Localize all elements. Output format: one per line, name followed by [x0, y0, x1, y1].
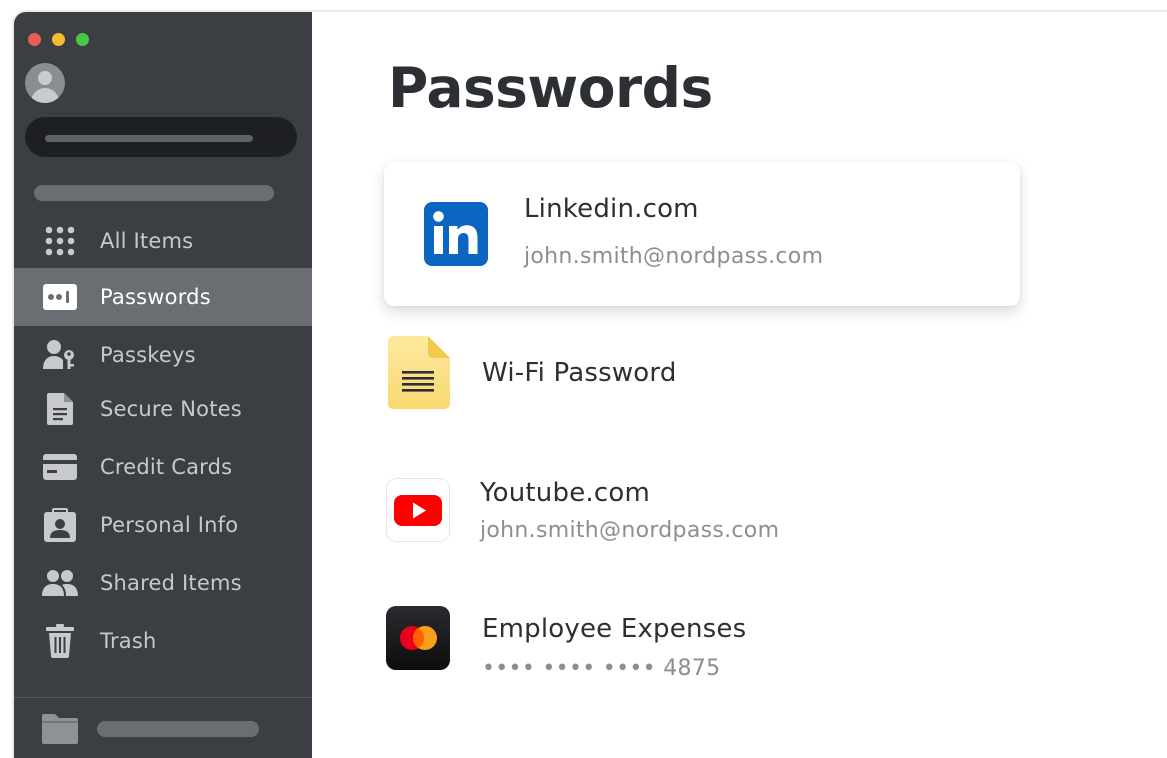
minimize-window-button[interactable]	[52, 33, 65, 46]
sidebar-item-secure-notes[interactable]: Secure Notes	[14, 380, 312, 438]
sidebar: All Items Passwords Passkeys Secure Note…	[14, 12, 312, 758]
sidebar-item-credit-cards[interactable]: Credit Cards	[14, 438, 312, 496]
sidebar-item-label: Passwords	[100, 285, 211, 309]
credit-card-icon	[42, 449, 78, 485]
password-icon	[42, 279, 78, 315]
sidebar-item-label: Credit Cards	[100, 455, 233, 479]
folder-icon[interactable]	[42, 714, 78, 744]
sidebar-item-personal-info[interactable]: Personal Info	[14, 496, 312, 554]
grid-icon	[42, 223, 78, 259]
id-card-icon	[42, 507, 78, 543]
list-item-linkedin[interactable]: Linkedin.com john.smith@nordpass.com	[384, 162, 1020, 306]
item-title: Wi-Fi Password	[482, 358, 677, 388]
item-title: Linkedin.com	[524, 194, 699, 224]
item-subtitle: •••• •••• •••• 4875	[482, 656, 721, 681]
search-input[interactable]	[25, 117, 297, 157]
app-window: All Items Passwords Passkeys Secure Note…	[12, 10, 1167, 758]
sidebar-item-label: Shared Items	[100, 571, 242, 595]
sidebar-item-label: Personal Info	[100, 513, 239, 537]
youtube-icon	[386, 478, 450, 542]
maximize-window-button[interactable]	[76, 33, 89, 46]
avatar[interactable]	[25, 63, 65, 103]
close-window-button[interactable]	[28, 33, 41, 46]
sidebar-item-passwords[interactable]: Passwords	[14, 268, 312, 326]
list-item-employee-expenses[interactable]: Employee Expenses •••• •••• •••• 4875	[384, 600, 1020, 681]
trash-icon	[42, 623, 78, 659]
people-icon	[42, 565, 78, 601]
sidebar-item-trash[interactable]: Trash	[14, 612, 312, 670]
item-title: Employee Expenses	[482, 614, 747, 644]
passkey-icon	[42, 337, 78, 373]
folder-label-placeholder[interactable]	[97, 721, 259, 737]
list-item-wifi-password[interactable]: Wi-Fi Password	[384, 332, 1020, 412]
section-header-placeholder	[34, 185, 274, 201]
search-placeholder-bar	[45, 135, 253, 142]
sidebar-item-label: Trash	[100, 629, 157, 653]
main-content: Passwords Linkedin.com john.smith@nordpa…	[312, 12, 1167, 758]
sidebar-item-shared-items[interactable]: Shared Items	[14, 554, 312, 612]
item-subtitle: john.smith@nordpass.com	[524, 244, 824, 269]
item-subtitle: john.smith@nordpass.com	[480, 518, 780, 543]
linkedin-icon	[424, 202, 488, 266]
list-item-youtube[interactable]: Youtube.com john.smith@nordpass.com	[384, 472, 1020, 552]
sidebar-item-label: All Items	[100, 229, 194, 253]
note-icon	[388, 336, 450, 410]
sidebar-item-passkeys[interactable]: Passkeys	[14, 326, 312, 384]
sidebar-item-label: Secure Notes	[100, 397, 242, 421]
item-title: Youtube.com	[480, 478, 650, 508]
mastercard-icon	[386, 606, 450, 670]
note-icon	[42, 391, 78, 427]
sidebar-item-all-items[interactable]: All Items	[14, 212, 312, 270]
sidebar-item-label: Passkeys	[100, 343, 196, 367]
page-title: Passwords	[388, 56, 713, 120]
sidebar-divider	[14, 697, 312, 698]
